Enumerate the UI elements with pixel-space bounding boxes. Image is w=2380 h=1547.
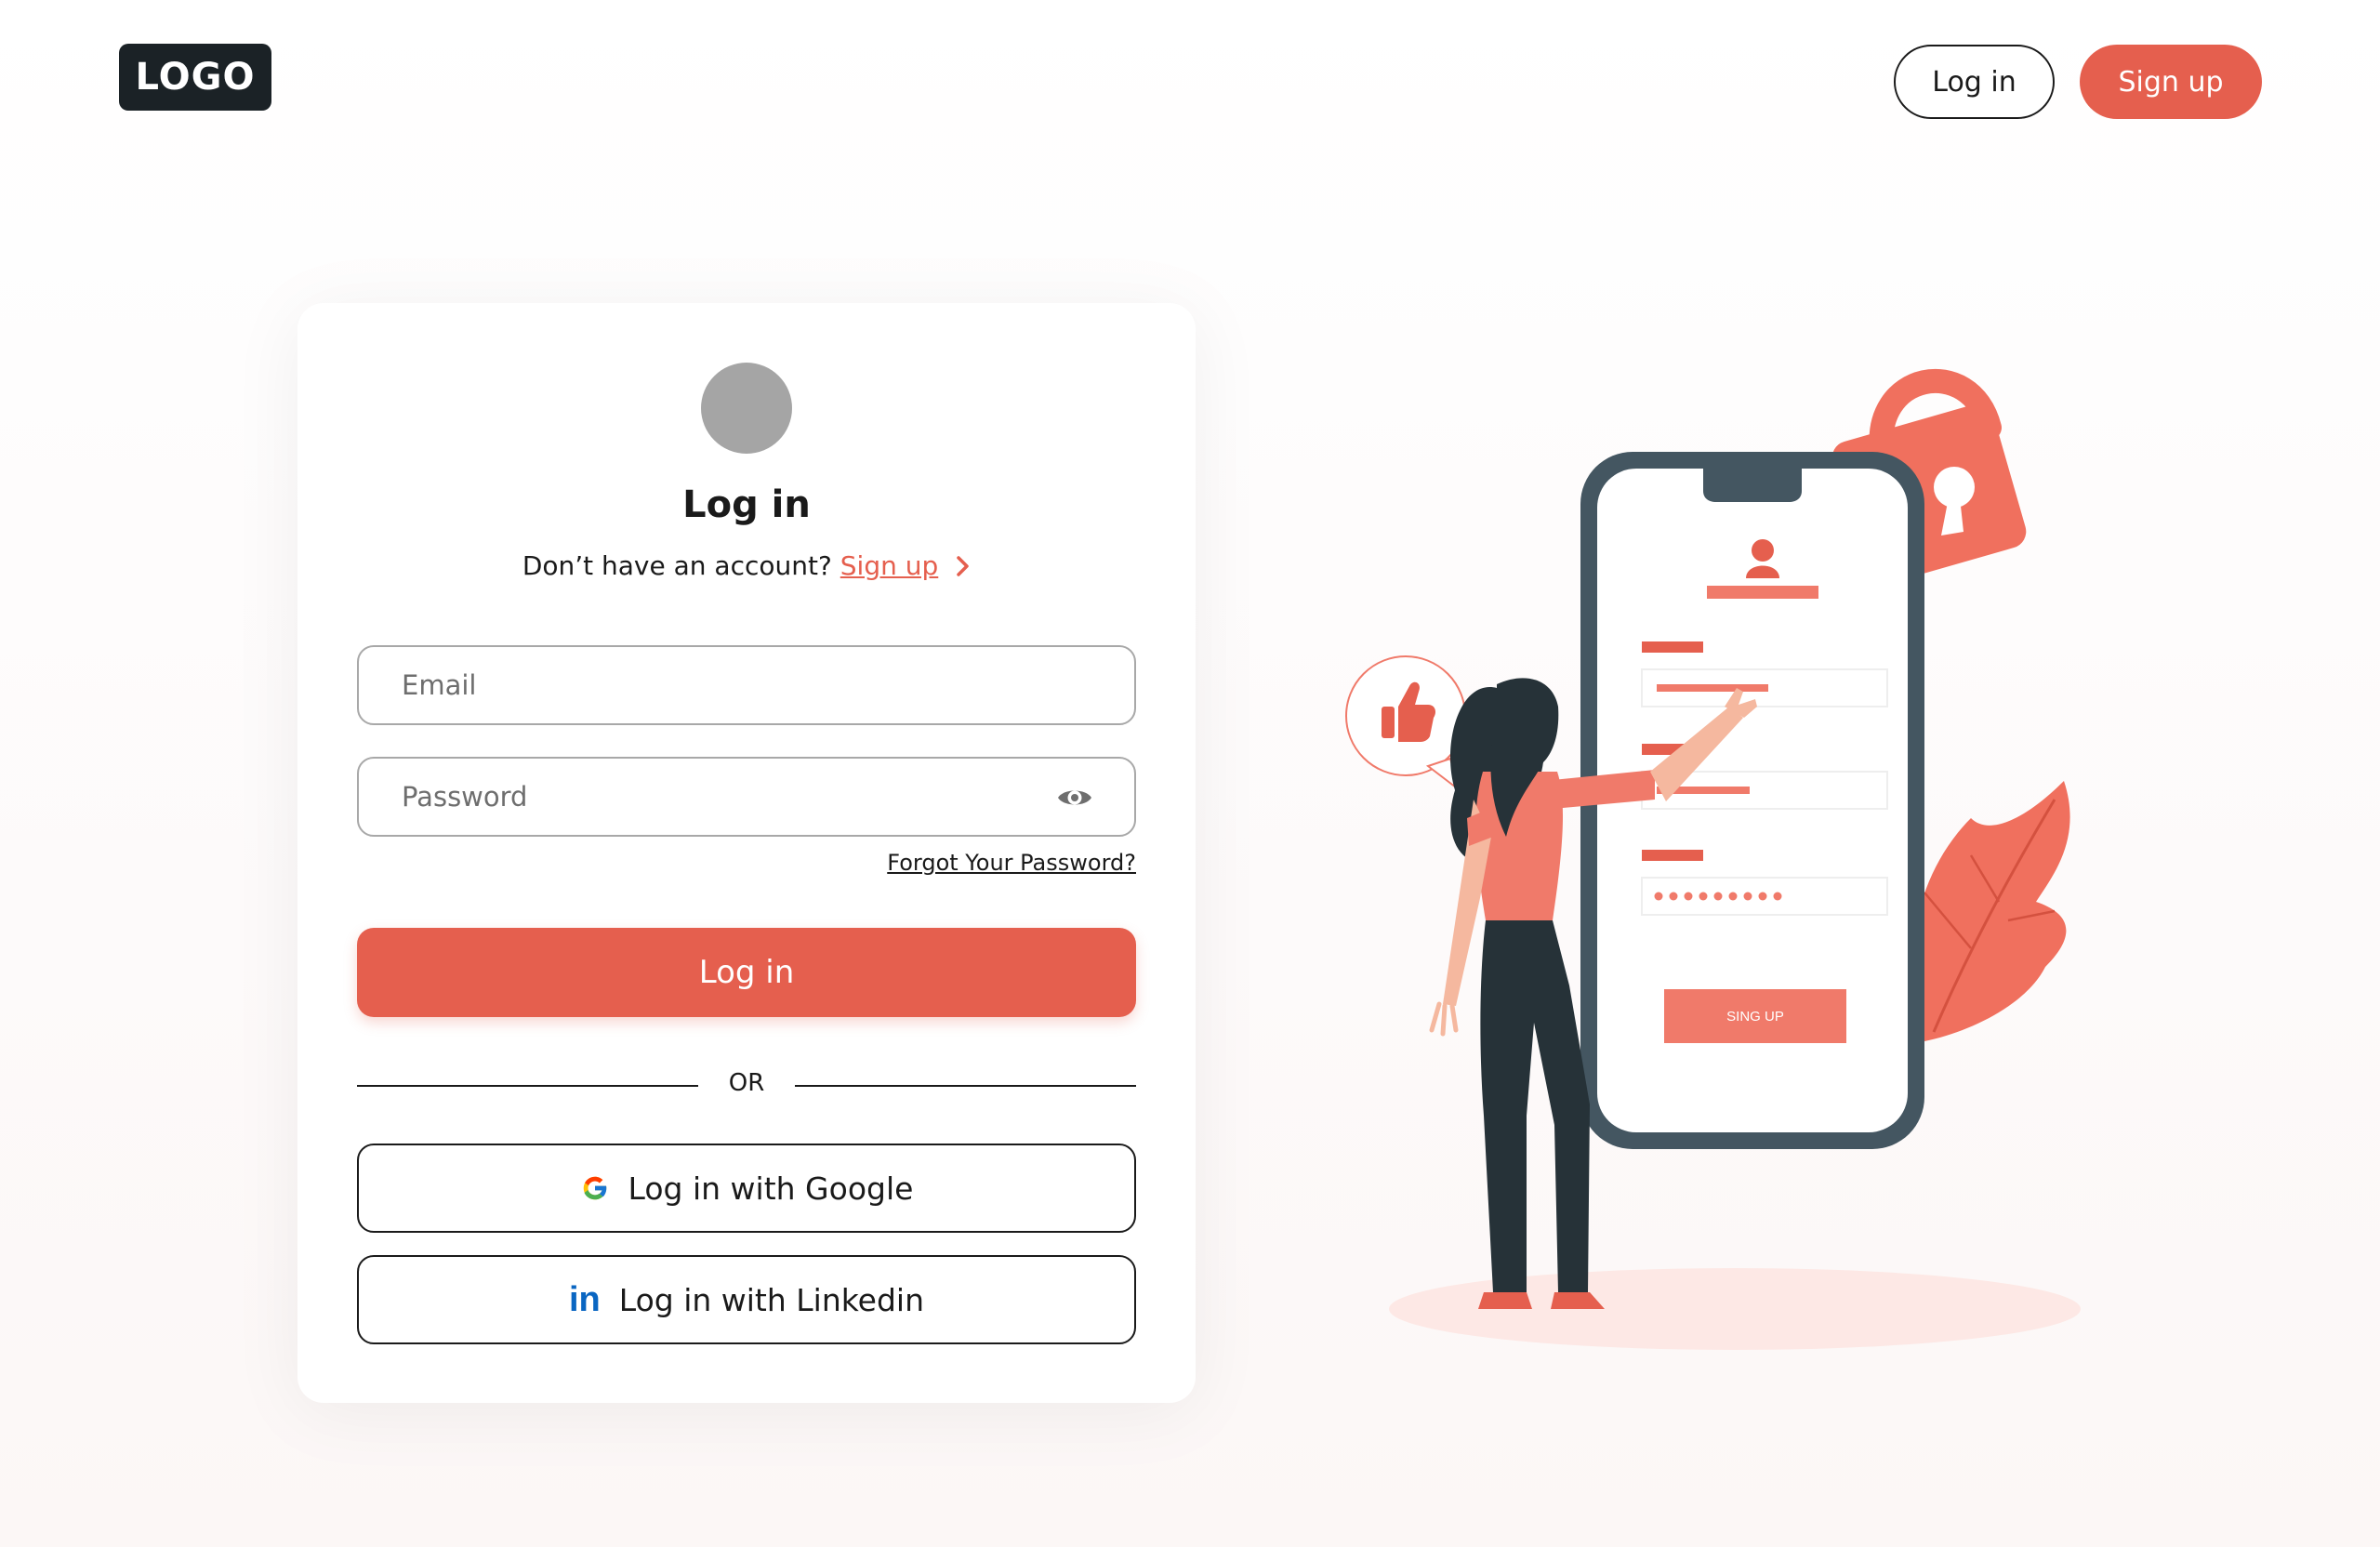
linkedin-button-label: Log in with Linkedin: [618, 1281, 925, 1318]
eye-icon[interactable]: [1056, 785, 1093, 811]
phone-signup-text: SING UP: [1726, 1009, 1784, 1025]
linkedin-icon: in: [568, 1279, 601, 1319]
avatar-placeholder: [701, 363, 792, 454]
header-signup-button[interactable]: Sign up: [2080, 45, 2262, 119]
leaf-icon: [1911, 781, 2070, 1041]
forgot-password-link[interactable]: Forgot Your Password?: [887, 850, 1136, 876]
email-placeholder: Email: [402, 669, 477, 701]
email-input[interactable]: Email: [357, 645, 1136, 725]
header-login-button[interactable]: Log in: [1894, 45, 2055, 119]
chevron-right-icon[interactable]: [956, 550, 971, 581]
signup-link[interactable]: Sign up: [840, 550, 939, 581]
login-card: Log in Don’t have an account? Sign up Em…: [298, 303, 1196, 1403]
divider-line-right: [795, 1085, 1136, 1087]
card-title: Log in: [682, 483, 811, 526]
password-input[interactable]: Password: [357, 757, 1136, 837]
google-button-label: Log in with Google: [628, 1170, 914, 1207]
linkedin-login-button[interactable]: in Log in with Linkedin: [357, 1255, 1136, 1344]
login-button[interactable]: Log in: [357, 928, 1136, 1017]
google-icon: [580, 1173, 610, 1203]
or-divider: OR: [357, 1067, 1136, 1104]
login-illustration: SING UP: [1345, 368, 2081, 1350]
google-login-button[interactable]: Log in with Google: [357, 1144, 1136, 1233]
logo[interactable]: LOGO: [119, 44, 271, 111]
or-text: OR: [728, 1069, 765, 1097]
thumbs-up-icon: [1345, 655, 1466, 793]
password-placeholder: Password: [402, 781, 528, 813]
signup-prompt: Don’t have an account? Sign up: [298, 550, 1196, 581]
no-account-text: Don’t have an account?: [522, 550, 832, 581]
